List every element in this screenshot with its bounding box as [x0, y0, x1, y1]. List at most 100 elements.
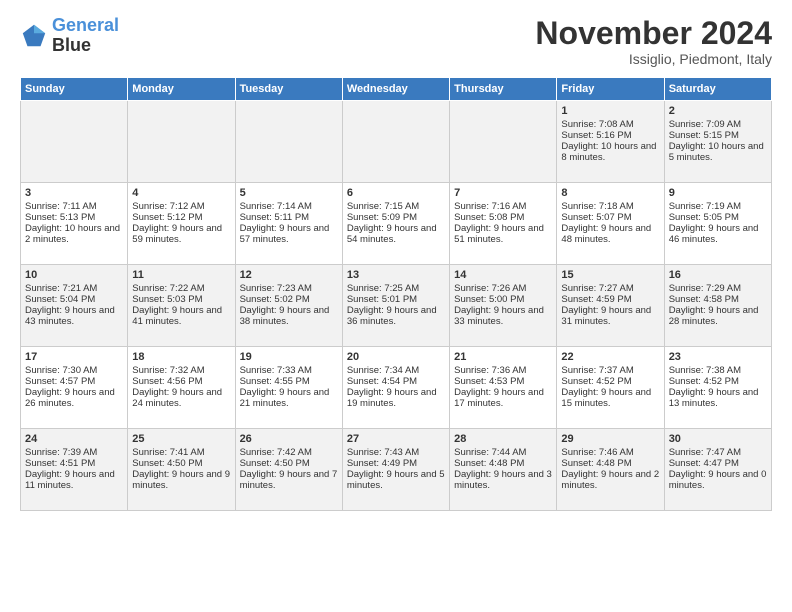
sunset-text: Sunset: 5:03 PM — [132, 294, 230, 305]
calendar-cell: 5Sunrise: 7:14 AMSunset: 5:11 PMDaylight… — [235, 183, 342, 265]
daylight-text: Daylight: 9 hours and 46 minutes. — [669, 223, 767, 245]
daylight-text: Daylight: 9 hours and 57 minutes. — [240, 223, 338, 245]
daylight-text: Daylight: 9 hours and 28 minutes. — [669, 305, 767, 327]
day-number: 10 — [25, 269, 123, 281]
daylight-text: Daylight: 9 hours and 48 minutes. — [561, 223, 659, 245]
sunset-text: Sunset: 5:04 PM — [25, 294, 123, 305]
day-number: 24 — [25, 433, 123, 445]
sunrise-text: Sunrise: 7:32 AM — [132, 365, 230, 376]
calendar-cell: 12Sunrise: 7:23 AMSunset: 5:02 PMDayligh… — [235, 265, 342, 347]
daylight-text: Daylight: 9 hours and 54 minutes. — [347, 223, 445, 245]
sunrise-text: Sunrise: 7:27 AM — [561, 283, 659, 294]
day-number: 3 — [25, 187, 123, 199]
sunrise-text: Sunrise: 7:25 AM — [347, 283, 445, 294]
calendar-cell — [21, 101, 128, 183]
sunrise-text: Sunrise: 7:18 AM — [561, 201, 659, 212]
sunrise-text: Sunrise: 7:09 AM — [669, 119, 767, 130]
sunset-text: Sunset: 4:57 PM — [25, 376, 123, 387]
calendar-row-1: 1Sunrise: 7:08 AMSunset: 5:16 PMDaylight… — [21, 101, 772, 183]
daylight-text: Daylight: 9 hours and 17 minutes. — [454, 387, 552, 409]
calendar-row-4: 17Sunrise: 7:30 AMSunset: 4:57 PMDayligh… — [21, 347, 772, 429]
daylight-text: Daylight: 9 hours and 24 minutes. — [132, 387, 230, 409]
sunrise-text: Sunrise: 7:41 AM — [132, 447, 230, 458]
calendar-cell — [235, 101, 342, 183]
day-number: 13 — [347, 269, 445, 281]
calendar-page: General Blue November 2024 Issiglio, Pie… — [0, 0, 792, 612]
sunset-text: Sunset: 5:09 PM — [347, 212, 445, 223]
sunset-text: Sunset: 4:48 PM — [561, 458, 659, 469]
sunset-text: Sunset: 4:51 PM — [25, 458, 123, 469]
sunset-text: Sunset: 5:02 PM — [240, 294, 338, 305]
sunrise-text: Sunrise: 7:47 AM — [669, 447, 767, 458]
logo-text: General Blue — [52, 16, 119, 56]
sunset-text: Sunset: 4:54 PM — [347, 376, 445, 387]
day-number: 21 — [454, 351, 552, 363]
calendar-cell: 1Sunrise: 7:08 AMSunset: 5:16 PMDaylight… — [557, 101, 664, 183]
sunrise-text: Sunrise: 7:26 AM — [454, 283, 552, 294]
weekday-header-sunday: Sunday — [21, 78, 128, 101]
daylight-text: Daylight: 9 hours and 13 minutes. — [669, 387, 767, 409]
sunset-text: Sunset: 5:13 PM — [25, 212, 123, 223]
calendar-cell: 3 Sunrise: 7:11 AMSunset: 5:13 PMDaylight… — [21, 183, 128, 265]
calendar-cell: 21Sunrise: 7:36 AMSunset: 4:53 PMDayligh… — [450, 347, 557, 429]
sunset-text: Sunset: 5:05 PM — [669, 212, 767, 223]
sunset-text: Sunset: 5:15 PM — [669, 130, 767, 141]
calendar-cell: 22Sunrise: 7:37 AMSunset: 4:52 PMDayligh… — [557, 347, 664, 429]
sunrise-text: Sunrise: 7:19 AM — [669, 201, 767, 212]
sunrise-text: Sunrise: 7:30 AM — [25, 365, 123, 376]
weekday-header-thursday: Thursday — [450, 78, 557, 101]
daylight-text: Daylight: 9 hours and 26 minutes. — [25, 387, 123, 409]
sunset-text: Sunset: 4:55 PM — [240, 376, 338, 387]
subtitle: Issiglio, Piedmont, Italy — [535, 51, 772, 67]
day-number: 30 — [669, 433, 767, 445]
daylight-text: Daylight: 9 hours and 9 minutes. — [132, 469, 230, 491]
calendar-cell: 13Sunrise: 7:25 AMSunset: 5:01 PMDayligh… — [342, 265, 449, 347]
calendar-cell: 2Sunrise: 7:09 AMSunset: 5:15 PMDaylight… — [664, 101, 771, 183]
day-number: 29 — [561, 433, 659, 445]
calendar-cell — [128, 101, 235, 183]
calendar-cell: 9Sunrise: 7:19 AMSunset: 5:05 PMDaylight… — [664, 183, 771, 265]
sunset-text: Sunset: 4:50 PM — [132, 458, 230, 469]
sunrise-text: Sunrise: 7:42 AM — [240, 447, 338, 458]
sunrise-text: Sunrise: 7:15 AM — [347, 201, 445, 212]
sunset-text: Sunset: 4:58 PM — [669, 294, 767, 305]
header: General Blue November 2024 Issiglio, Pie… — [20, 16, 772, 67]
weekday-header-wednesday: Wednesday — [342, 78, 449, 101]
day-number: 22 — [561, 351, 659, 363]
logo-icon — [20, 22, 48, 50]
sunrise-text: Sunrise: 7:29 AM — [669, 283, 767, 294]
day-number: 26 — [240, 433, 338, 445]
sunrise-text: Sunrise: 7:38 AM — [669, 365, 767, 376]
sunset-text: Sunset: 4:52 PM — [561, 376, 659, 387]
sunrise-text: Sunrise: 7:33 AM — [240, 365, 338, 376]
daylight-text: Daylight: 9 hours and 38 minutes. — [240, 305, 338, 327]
day-number: 17 — [25, 351, 123, 363]
calendar-cell: 8Sunrise: 7:18 AMSunset: 5:07 PMDaylight… — [557, 183, 664, 265]
day-number: 4 — [132, 187, 230, 199]
calendar-table: SundayMondayTuesdayWednesdayThursdayFrid… — [20, 77, 772, 511]
calendar-cell: 28Sunrise: 7:44 AMSunset: 4:48 PMDayligh… — [450, 429, 557, 511]
calendar-cell: 15Sunrise: 7:27 AMSunset: 4:59 PMDayligh… — [557, 265, 664, 347]
sunrise-text: Sunrise: 7:16 AM — [454, 201, 552, 212]
day-number: 5 — [240, 187, 338, 199]
daylight-text: Daylight: 10 hours and 5 minutes. — [669, 141, 767, 163]
sunrise-text: Sunrise: 7:21 AM — [25, 283, 123, 294]
day-number: 23 — [669, 351, 767, 363]
day-number: 1 — [561, 105, 659, 117]
calendar-cell: 10Sunrise: 7:21 AMSunset: 5:04 PMDayligh… — [21, 265, 128, 347]
daylight-text: Daylight: 9 hours and 51 minutes. — [454, 223, 552, 245]
daylight-text: Daylight: 10 hours and 2 minutes. — [25, 223, 123, 245]
sunrise-text: Sunrise: 7:08 AM — [561, 119, 659, 130]
day-number: 15 — [561, 269, 659, 281]
sunrise-text: Sunrise: 7:11 AM — [25, 201, 123, 212]
daylight-text: Daylight: 9 hours and 19 minutes. — [347, 387, 445, 409]
calendar-row-5: 24Sunrise: 7:39 AMSunset: 4:51 PMDayligh… — [21, 429, 772, 511]
main-title: November 2024 — [535, 16, 772, 51]
calendar-cell — [450, 101, 557, 183]
calendar-cell: 7Sunrise: 7:16 AMSunset: 5:08 PMDaylight… — [450, 183, 557, 265]
daylight-text: Daylight: 9 hours and 15 minutes. — [561, 387, 659, 409]
calendar-cell: 17 Sunrise: 7:30 AMSunset: 4:57 PMDayligh… — [21, 347, 128, 429]
daylight-text: Daylight: 9 hours and 36 minutes. — [347, 305, 445, 327]
day-number: 18 — [132, 351, 230, 363]
calendar-cell: 6Sunrise: 7:15 AMSunset: 5:09 PMDaylight… — [342, 183, 449, 265]
